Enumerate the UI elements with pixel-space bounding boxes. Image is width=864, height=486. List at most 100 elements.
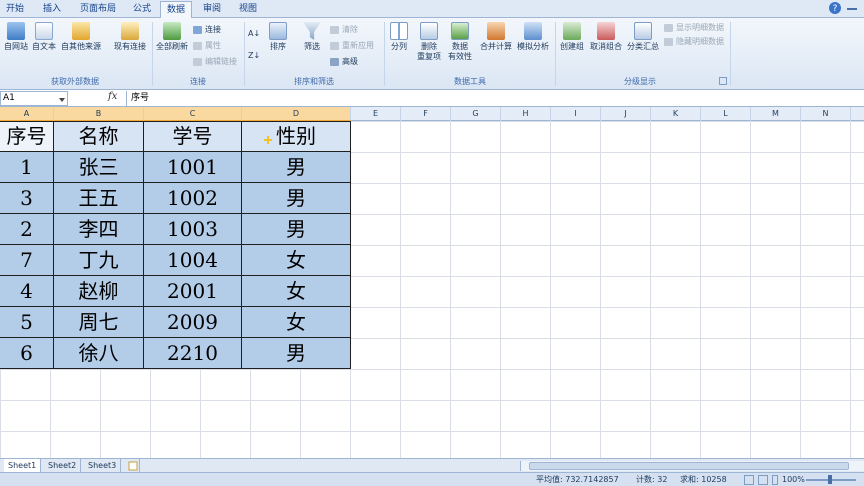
table-cell[interactable]: 男 [242,152,351,183]
column-header-g[interactable]: G [451,107,501,121]
table-cell[interactable]: 2009 [144,307,242,338]
column-header-a[interactable]: A [0,107,54,121]
table-cell[interactable]: 女 [242,307,351,338]
sheet-tab-1[interactable]: Sheet1 [4,459,42,473]
window-controls-icon[interactable] [846,3,858,15]
tab-data[interactable]: 数据 [160,1,192,19]
tab-page-layout[interactable]: 页面布局 [76,1,120,18]
tab-review[interactable]: 审阅 [198,1,226,18]
table-cell[interactable]: 6 [0,338,54,369]
table-cell[interactable]: 1 [0,152,54,183]
column-header-h[interactable]: H [501,107,551,121]
table-cell[interactable]: 女 [242,276,351,307]
table-cell[interactable]: 男 [242,183,351,214]
table-cell[interactable]: 1002 [144,183,242,214]
chevron-down-icon[interactable] [59,98,65,102]
filter-button[interactable]: 筛选 [300,22,324,52]
table-cell[interactable]: 女 [242,245,351,276]
table-cell[interactable]: 1001 [144,152,242,183]
subtotal-button[interactable]: 分类汇总 [625,22,661,52]
table-cell[interactable]: 赵柳 [54,276,144,307]
text-to-columns-button[interactable]: 分列 [386,22,412,52]
column-header-i[interactable]: I [551,107,601,121]
table-cell[interactable]: 2210 [144,338,242,369]
from-text-button[interactable]: 自文本 [30,22,58,52]
table-cell[interactable]: 1003 [144,214,242,245]
formula-input[interactable]: 序号 [126,91,864,106]
reapply-button[interactable]: 重新应用 [330,40,374,52]
table-cell[interactable]: 丁九 [54,245,144,276]
horizontal-scroll-thumb[interactable] [529,462,849,470]
column-header-m[interactable]: M [751,107,801,121]
insert-sheet-icon[interactable] [124,459,140,473]
column-header-c[interactable]: C [144,107,242,121]
table-header-cell[interactable]: 名称 [54,121,144,152]
outline-dialog-launcher[interactable] [719,77,727,85]
zoom-slider-handle[interactable] [828,475,832,484]
advanced-filter-button[interactable]: 高级 [330,56,358,68]
column-header-e[interactable]: E [351,107,401,121]
what-if-analysis-button[interactable]: 模拟分析 [514,22,552,52]
insert-function-button[interactable]: fx [108,91,117,102]
horizontal-scrollbar[interactable] [520,461,864,471]
sort-button[interactable]: 排序 [266,22,290,52]
column-header-k[interactable]: K [651,107,701,121]
sort-za-icon[interactable]: Z↓ [248,48,262,60]
column-header-d[interactable]: D [242,107,351,121]
table-cell[interactable]: 1004 [144,245,242,276]
tab-home[interactable]: 开始 [2,1,28,18]
column-header-n[interactable]: N [801,107,851,121]
table-cell[interactable]: 张三 [54,152,144,183]
group-separator [384,22,385,86]
tab-view[interactable]: 视图 [234,1,262,18]
refresh-all-button[interactable]: 全部刷新 [154,22,190,52]
edit-links-button[interactable]: 编辑链接 [193,56,237,68]
sheet-tab-2[interactable]: Sheet2 [44,459,82,473]
hide-detail-label: 隐藏明细数据 [676,37,724,46]
show-detail-button[interactable]: 显示明细数据 [664,22,724,34]
connections-button[interactable]: 连接 [193,24,221,36]
properties-button[interactable]: 属性 [193,40,221,52]
data-validation-button[interactable]: 数据 有效性 [444,22,476,62]
table-cell[interactable]: 男 [242,338,351,369]
column-header-j[interactable]: J [601,107,651,121]
remove-duplicates-button[interactable]: 删除 重复项 [414,22,444,62]
clear-filter-button[interactable]: 清除 [330,24,358,36]
from-web-button[interactable]: 自网站 [2,22,30,52]
column-header-f[interactable]: F [401,107,451,121]
consolidate-button[interactable]: 合并计算 [478,22,514,52]
existing-connections-button[interactable]: 现有连接 [110,22,150,52]
table-cell[interactable]: 7 [0,245,54,276]
column-header-l[interactable]: L [701,107,751,121]
help-icon[interactable]: ? [828,1,842,15]
name-box[interactable]: A1 [0,91,68,106]
table-cell[interactable]: 李四 [54,214,144,245]
group-icon [563,22,581,40]
table-cell[interactable]: 4 [0,276,54,307]
table-cell[interactable]: 周七 [54,307,144,338]
zoom-level[interactable]: 100% [782,474,805,486]
table-header-cell[interactable]: 学号 [144,121,242,152]
table-cell[interactable]: 徐八 [54,338,144,369]
table-cell[interactable]: 男 [242,214,351,245]
table-cell[interactable]: 2 [0,214,54,245]
ungroup-button[interactable]: 取消组合 [588,22,624,52]
column-header-b[interactable]: B [54,107,144,121]
tab-insert[interactable]: 插入 [38,1,66,18]
from-other-sources-button[interactable]: 自其他来源 [58,22,104,52]
page-break-view-icon[interactable] [772,475,778,485]
hide-detail-button[interactable]: 隐藏明细数据 [664,36,724,48]
table-header-cell[interactable]: 序号 [0,121,54,152]
normal-view-icon[interactable] [744,475,754,485]
sort-az-icon[interactable]: A↓ [248,26,262,38]
table-cell[interactable]: 2001 [144,276,242,307]
page-layout-view-icon[interactable] [758,475,768,485]
group-button[interactable]: 创建组 [557,22,587,52]
table-cell[interactable]: 3 [0,183,54,214]
sheet-tab-3[interactable]: Sheet3 [84,459,122,473]
table-header-cell[interactable]: 性别 [242,121,351,152]
table-cell[interactable]: 5 [0,307,54,338]
tab-formulas[interactable]: 公式 [128,1,156,18]
table-cell[interactable]: 王五 [54,183,144,214]
status-bar: 平均值: 732.7142857 计数: 32 求和: 10258 100% [0,472,864,486]
